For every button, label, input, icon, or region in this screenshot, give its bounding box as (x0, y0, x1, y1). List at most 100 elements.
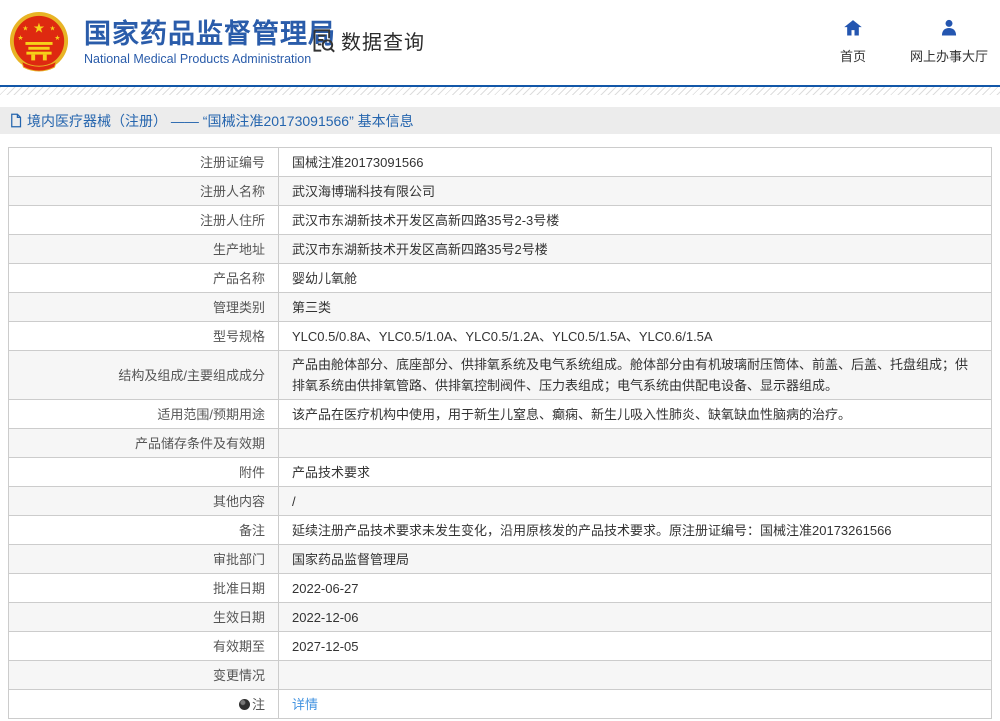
row-value-cell (278, 660, 992, 690)
hatched-divider (0, 87, 1000, 95)
row-label: 型号规格 (212, 328, 265, 344)
top-nav: 首页 网上办事大厅 (828, 18, 988, 65)
row-label: 注 (251, 696, 265, 712)
table-row: 注册证编号 国械注准20173091566 (8, 147, 992, 177)
row-value-cell: 2022-12-06 (278, 602, 992, 632)
row-label-cell: 注册人名称 (8, 176, 279, 206)
row-value-cell: 2022-06-27 (278, 573, 992, 603)
row-label-cell: 生效日期 (8, 602, 279, 632)
row-value-cell (278, 428, 992, 458)
person-icon (941, 19, 957, 36)
row-label: 变更情况 (212, 667, 265, 683)
row-label-cell: 产品名称 (8, 263, 279, 293)
row-label: 产品名称 (212, 270, 265, 286)
row-label: 注册证编号 (199, 154, 265, 170)
document-icon (11, 113, 22, 128)
table-row: 生效日期 2022-12-06 (8, 602, 992, 632)
row-label: 注册人名称 (199, 183, 265, 199)
row-value-cell: / (278, 486, 992, 516)
row-value-cell: 该产品在医疗机构中使用，用于新生儿窒息、癫痫、新生儿吸入性肺炎、缺氧缺血性脑病的… (278, 399, 992, 429)
table-row: 注册人住所 武汉市东湖新技术开发区高新四路35号2-3号楼 (8, 205, 992, 235)
row-label-cell: 附件 (8, 457, 279, 487)
row-value-cell: 婴幼儿氧舱 (278, 263, 992, 293)
nav-home-label: 首页 (839, 49, 866, 64)
table-row: 附件 产品技术要求 (8, 457, 992, 487)
row-label: 结构及组成/主要组成成分 (118, 367, 265, 383)
row-label-cell: 管理类别 (8, 292, 279, 322)
row-label-cell: 注 (8, 689, 279, 719)
table-row: 产品储存条件及有效期 (8, 428, 992, 458)
table-row: 备注 延续注册产品技术要求未发生变化，沿用原核发的产品技术要求。原注册证编号：国械… (8, 515, 992, 545)
table-row: 注册人名称 武汉海博瑞科技有限公司 (8, 176, 992, 206)
table-row: 结构及组成/主要组成成分 产品由舱体部分、底座部分、供排氧系统及电气系统组成。舱体… (8, 350, 992, 400)
nav-service-hall[interactable]: 网上办事大厅 (910, 18, 988, 65)
row-value-cell: 武汉海博瑞科技有限公司 (278, 176, 992, 206)
page-header: ★ ★ ★ ★ ★ 国家药品监督管理局 National Medical Pro… (0, 0, 1000, 87)
svg-text:★: ★ (50, 25, 56, 32)
detail-link[interactable]: 详情 (292, 697, 318, 712)
row-label-cell: 生产地址 (8, 234, 279, 264)
brand: ★ ★ ★ ★ ★ 国家药品监督管理局 National Medical Pro… (8, 11, 336, 73)
row-value-cell: 国家药品监督管理局 (278, 544, 992, 574)
row-value-cell: 武汉市东湖新技术开发区高新四路35号2号楼 (278, 234, 992, 264)
table-row: 注 详情 (8, 689, 992, 719)
note-icon (238, 698, 250, 710)
table-row: 型号规格 YLC0.5/0.8A、YLC0.5/1.0A、YLC0.5/1.2A、… (8, 321, 992, 351)
nav-home[interactable]: 首页 (828, 18, 878, 65)
row-label: 生产地址 (212, 241, 265, 257)
row-label: 审批部门 (212, 551, 265, 567)
row-label-cell: 注册人住所 (8, 205, 279, 235)
table-row: 产品名称 婴幼儿氧舱 (8, 263, 992, 293)
registration-info-table-wrap: 注册证编号 国械注准20173091566 注册人名称 武汉海博瑞科技有限公司 注册人住… (8, 147, 992, 719)
data-query-label: 数据查询 (341, 32, 425, 54)
row-value-cell: 详情 (278, 689, 992, 719)
info-table-body: 注册证编号 国械注准20173091566 注册人名称 武汉海博瑞科技有限公司 注册人住… (8, 147, 992, 719)
registration-info-table: 注册证编号 国械注准20173091566 注册人名称 武汉海博瑞科技有限公司 注册人住… (8, 147, 992, 719)
row-value-cell: 产品由舱体部分、底座部分、供排氧系统及电气系统组成。舱体部分由有机玻璃耐压筒体、… (278, 350, 992, 400)
row-label-cell: 备注 (8, 515, 279, 545)
table-row: 有效期至 2027-12-05 (8, 631, 992, 661)
row-value-cell: 2027-12-05 (278, 631, 992, 661)
row-value-cell: 产品技术要求 (278, 457, 992, 487)
svg-text:★: ★ (54, 35, 60, 42)
table-row: 适用范围/预期用途 该产品在医疗机构中使用，用于新生儿窒息、癫痫、新生儿吸入性肺炎… (8, 399, 992, 429)
national-emblem-logo: ★ ★ ★ ★ ★ (9, 11, 69, 72)
table-row: 审批部门 国家药品监督管理局 (8, 544, 992, 574)
row-label: 生效日期 (212, 609, 265, 625)
row-label-cell: 注册证编号 (8, 147, 279, 177)
row-label: 批准日期 (212, 580, 265, 596)
row-label-cell: 批准日期 (8, 573, 279, 603)
table-row: 生产地址 武汉市东湖新技术开发区高新四路35号2号楼 (8, 234, 992, 264)
home-icon (844, 20, 862, 36)
row-label-cell: 审批部门 (8, 544, 279, 574)
row-label-cell: 变更情况 (8, 660, 279, 690)
row-label: 注册人住所 (199, 212, 265, 228)
row-value-cell: 国械注准20173091566 (278, 147, 992, 177)
table-row: 批准日期 2022-06-27 (8, 573, 992, 603)
data-query-icon (313, 29, 335, 53)
breadcrumb-text: 境内医疗器械（注册） —— “国械注准20173091566” 基本信息 (27, 112, 414, 129)
table-row: 管理类别 第三类 (8, 292, 992, 322)
row-label: 有效期至 (212, 638, 265, 654)
svg-text:★: ★ (33, 20, 45, 35)
row-value-cell: 第三类 (278, 292, 992, 322)
row-label: 管理类别 (212, 299, 265, 315)
brand-text: 国家药品监督管理局 National Medical Products Admi… (84, 19, 336, 66)
row-label-cell: 型号规格 (8, 321, 279, 351)
svg-text:★: ★ (18, 35, 24, 42)
row-label: 产品储存条件及有效期 (134, 435, 265, 451)
row-value-cell: 武汉市东湖新技术开发区高新四路35号2-3号楼 (278, 205, 992, 235)
data-query-section[interactable]: 数据查询 (310, 26, 425, 55)
org-name-en: National Medical Products Administration (84, 51, 312, 66)
row-label: 附件 (238, 464, 265, 480)
nav-service-hall-label: 网上办事大厅 (909, 49, 988, 64)
row-label-cell: 适用范围/预期用途 (8, 399, 279, 429)
row-label-cell: 有效期至 (8, 631, 279, 661)
row-label-cell: 产品储存条件及有效期 (8, 428, 279, 458)
row-label: 其他内容 (212, 493, 265, 509)
row-label-cell: 其他内容 (8, 486, 279, 516)
row-value-cell: YLC0.5/0.8A、YLC0.5/1.0A、YLC0.5/1.2A、YLC0… (278, 321, 992, 351)
org-name-cn: 国家药品监督管理局 (84, 18, 336, 49)
row-label-cell: 结构及组成/主要组成成分 (8, 350, 279, 400)
svg-text:★: ★ (22, 25, 28, 32)
